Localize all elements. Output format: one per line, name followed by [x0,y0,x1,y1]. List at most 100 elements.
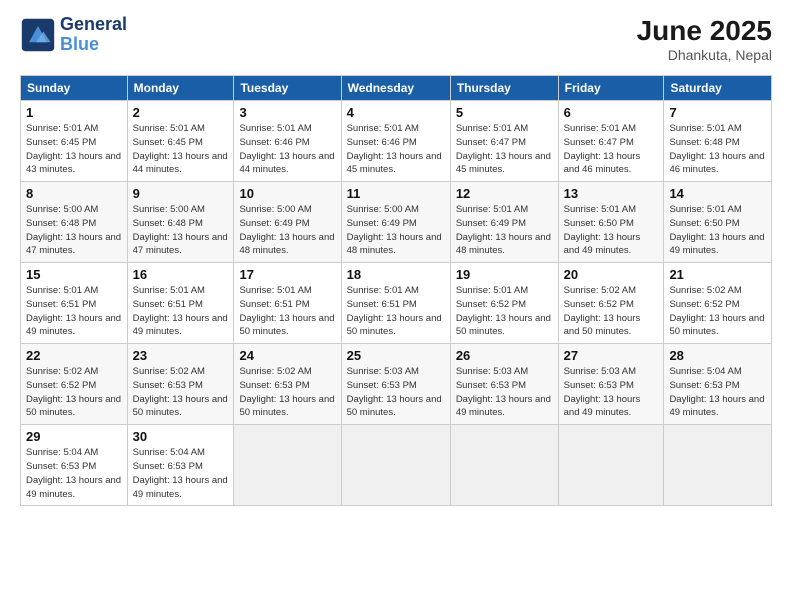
col-wednesday: Wednesday [341,76,450,101]
day-info: Sunrise: 5:02 AM Sunset: 6:52 PM Dayligh… [564,284,659,339]
day-number: 7 [669,105,766,120]
day-info: Sunrise: 5:00 AM Sunset: 6:48 PM Dayligh… [26,203,122,258]
day-number: 24 [239,348,335,363]
calendar-day [450,425,558,506]
day-number: 5 [456,105,553,120]
day-info: Sunrise: 5:00 AM Sunset: 6:48 PM Dayligh… [133,203,229,258]
day-number: 23 [133,348,229,363]
day-number: 6 [564,105,659,120]
calendar: Sunday Monday Tuesday Wednesday Thursday… [20,75,772,506]
day-info: Sunrise: 5:01 AM Sunset: 6:48 PM Dayligh… [669,122,766,177]
col-saturday: Saturday [664,76,772,101]
day-info: Sunrise: 5:04 AM Sunset: 6:53 PM Dayligh… [133,446,229,501]
calendar-day: 4 Sunrise: 5:01 AM Sunset: 6:46 PM Dayli… [341,101,450,182]
day-info: Sunrise: 5:01 AM Sunset: 6:51 PM Dayligh… [133,284,229,339]
calendar-day: 26 Sunrise: 5:03 AM Sunset: 6:53 PM Dayl… [450,344,558,425]
calendar-day: 30 Sunrise: 5:04 AM Sunset: 6:53 PM Dayl… [127,425,234,506]
month-title: June 2025 [637,15,772,47]
calendar-week-row: 1 Sunrise: 5:01 AM Sunset: 6:45 PM Dayli… [21,101,772,182]
day-number: 10 [239,186,335,201]
day-number: 15 [26,267,122,282]
location: Dhankuta, Nepal [637,47,772,63]
calendar-day: 22 Sunrise: 5:02 AM Sunset: 6:52 PM Dayl… [21,344,128,425]
calendar-day: 5 Sunrise: 5:01 AM Sunset: 6:47 PM Dayli… [450,101,558,182]
col-thursday: Thursday [450,76,558,101]
day-info: Sunrise: 5:02 AM Sunset: 6:53 PM Dayligh… [133,365,229,420]
day-info: Sunrise: 5:01 AM Sunset: 6:46 PM Dayligh… [239,122,335,177]
calendar-day: 24 Sunrise: 5:02 AM Sunset: 6:53 PM Dayl… [234,344,341,425]
calendar-day: 11 Sunrise: 5:00 AM Sunset: 6:49 PM Dayl… [341,182,450,263]
calendar-day: 29 Sunrise: 5:04 AM Sunset: 6:53 PM Dayl… [21,425,128,506]
day-number: 27 [564,348,659,363]
calendar-day [558,425,664,506]
day-number: 19 [456,267,553,282]
calendar-day: 15 Sunrise: 5:01 AM Sunset: 6:51 PM Dayl… [21,263,128,344]
col-tuesday: Tuesday [234,76,341,101]
day-number: 25 [347,348,445,363]
day-info: Sunrise: 5:01 AM Sunset: 6:46 PM Dayligh… [347,122,445,177]
calendar-day: 3 Sunrise: 5:01 AM Sunset: 6:46 PM Dayli… [234,101,341,182]
calendar-day: 13 Sunrise: 5:01 AM Sunset: 6:50 PM Dayl… [558,182,664,263]
day-number: 3 [239,105,335,120]
logo-icon [20,17,56,53]
day-number: 26 [456,348,553,363]
day-number: 20 [564,267,659,282]
day-number: 16 [133,267,229,282]
day-number: 1 [26,105,122,120]
day-info: Sunrise: 5:03 AM Sunset: 6:53 PM Dayligh… [456,365,553,420]
page: General Blue June 2025 Dhankuta, Nepal S… [0,0,792,612]
day-number: 13 [564,186,659,201]
day-info: Sunrise: 5:01 AM Sunset: 6:51 PM Dayligh… [239,284,335,339]
day-number: 18 [347,267,445,282]
calendar-day: 23 Sunrise: 5:02 AM Sunset: 6:53 PM Dayl… [127,344,234,425]
day-number: 28 [669,348,766,363]
calendar-day: 28 Sunrise: 5:04 AM Sunset: 6:53 PM Dayl… [664,344,772,425]
day-number: 29 [26,429,122,444]
day-info: Sunrise: 5:01 AM Sunset: 6:45 PM Dayligh… [133,122,229,177]
logo-line2: Blue [60,34,99,54]
day-info: Sunrise: 5:02 AM Sunset: 6:53 PM Dayligh… [239,365,335,420]
logo-text: General Blue [60,15,127,55]
calendar-header-row: Sunday Monday Tuesday Wednesday Thursday… [21,76,772,101]
day-info: Sunrise: 5:00 AM Sunset: 6:49 PM Dayligh… [347,203,445,258]
day-info: Sunrise: 5:01 AM Sunset: 6:49 PM Dayligh… [456,203,553,258]
day-info: Sunrise: 5:01 AM Sunset: 6:45 PM Dayligh… [26,122,122,177]
day-info: Sunrise: 5:01 AM Sunset: 6:47 PM Dayligh… [564,122,659,177]
logo-line1: General [60,15,127,35]
day-info: Sunrise: 5:01 AM Sunset: 6:52 PM Dayligh… [456,284,553,339]
calendar-week-row: 29 Sunrise: 5:04 AM Sunset: 6:53 PM Dayl… [21,425,772,506]
header: General Blue June 2025 Dhankuta, Nepal [20,15,772,63]
day-info: Sunrise: 5:03 AM Sunset: 6:53 PM Dayligh… [347,365,445,420]
calendar-day: 19 Sunrise: 5:01 AM Sunset: 6:52 PM Dayl… [450,263,558,344]
day-info: Sunrise: 5:01 AM Sunset: 6:50 PM Dayligh… [564,203,659,258]
calendar-week-row: 8 Sunrise: 5:00 AM Sunset: 6:48 PM Dayli… [21,182,772,263]
calendar-day: 9 Sunrise: 5:00 AM Sunset: 6:48 PM Dayli… [127,182,234,263]
day-number: 22 [26,348,122,363]
logo: General Blue [20,15,127,55]
day-number: 2 [133,105,229,120]
day-info: Sunrise: 5:02 AM Sunset: 6:52 PM Dayligh… [26,365,122,420]
calendar-day: 6 Sunrise: 5:01 AM Sunset: 6:47 PM Dayli… [558,101,664,182]
day-info: Sunrise: 5:03 AM Sunset: 6:53 PM Dayligh… [564,365,659,420]
day-info: Sunrise: 5:04 AM Sunset: 6:53 PM Dayligh… [669,365,766,420]
day-info: Sunrise: 5:01 AM Sunset: 6:51 PM Dayligh… [347,284,445,339]
calendar-week-row: 15 Sunrise: 5:01 AM Sunset: 6:51 PM Dayl… [21,263,772,344]
calendar-day [664,425,772,506]
calendar-week-row: 22 Sunrise: 5:02 AM Sunset: 6:52 PM Dayl… [21,344,772,425]
col-sunday: Sunday [21,76,128,101]
day-number: 9 [133,186,229,201]
calendar-day: 17 Sunrise: 5:01 AM Sunset: 6:51 PM Dayl… [234,263,341,344]
calendar-day: 7 Sunrise: 5:01 AM Sunset: 6:48 PM Dayli… [664,101,772,182]
calendar-day: 16 Sunrise: 5:01 AM Sunset: 6:51 PM Dayl… [127,263,234,344]
day-number: 8 [26,186,122,201]
title-block: June 2025 Dhankuta, Nepal [637,15,772,63]
calendar-body: 1 Sunrise: 5:01 AM Sunset: 6:45 PM Dayli… [21,101,772,506]
day-number: 17 [239,267,335,282]
calendar-day [234,425,341,506]
day-info: Sunrise: 5:01 AM Sunset: 6:47 PM Dayligh… [456,122,553,177]
calendar-day: 14 Sunrise: 5:01 AM Sunset: 6:50 PM Dayl… [664,182,772,263]
calendar-day: 18 Sunrise: 5:01 AM Sunset: 6:51 PM Dayl… [341,263,450,344]
calendar-day: 25 Sunrise: 5:03 AM Sunset: 6:53 PM Dayl… [341,344,450,425]
day-info: Sunrise: 5:02 AM Sunset: 6:52 PM Dayligh… [669,284,766,339]
day-number: 11 [347,186,445,201]
